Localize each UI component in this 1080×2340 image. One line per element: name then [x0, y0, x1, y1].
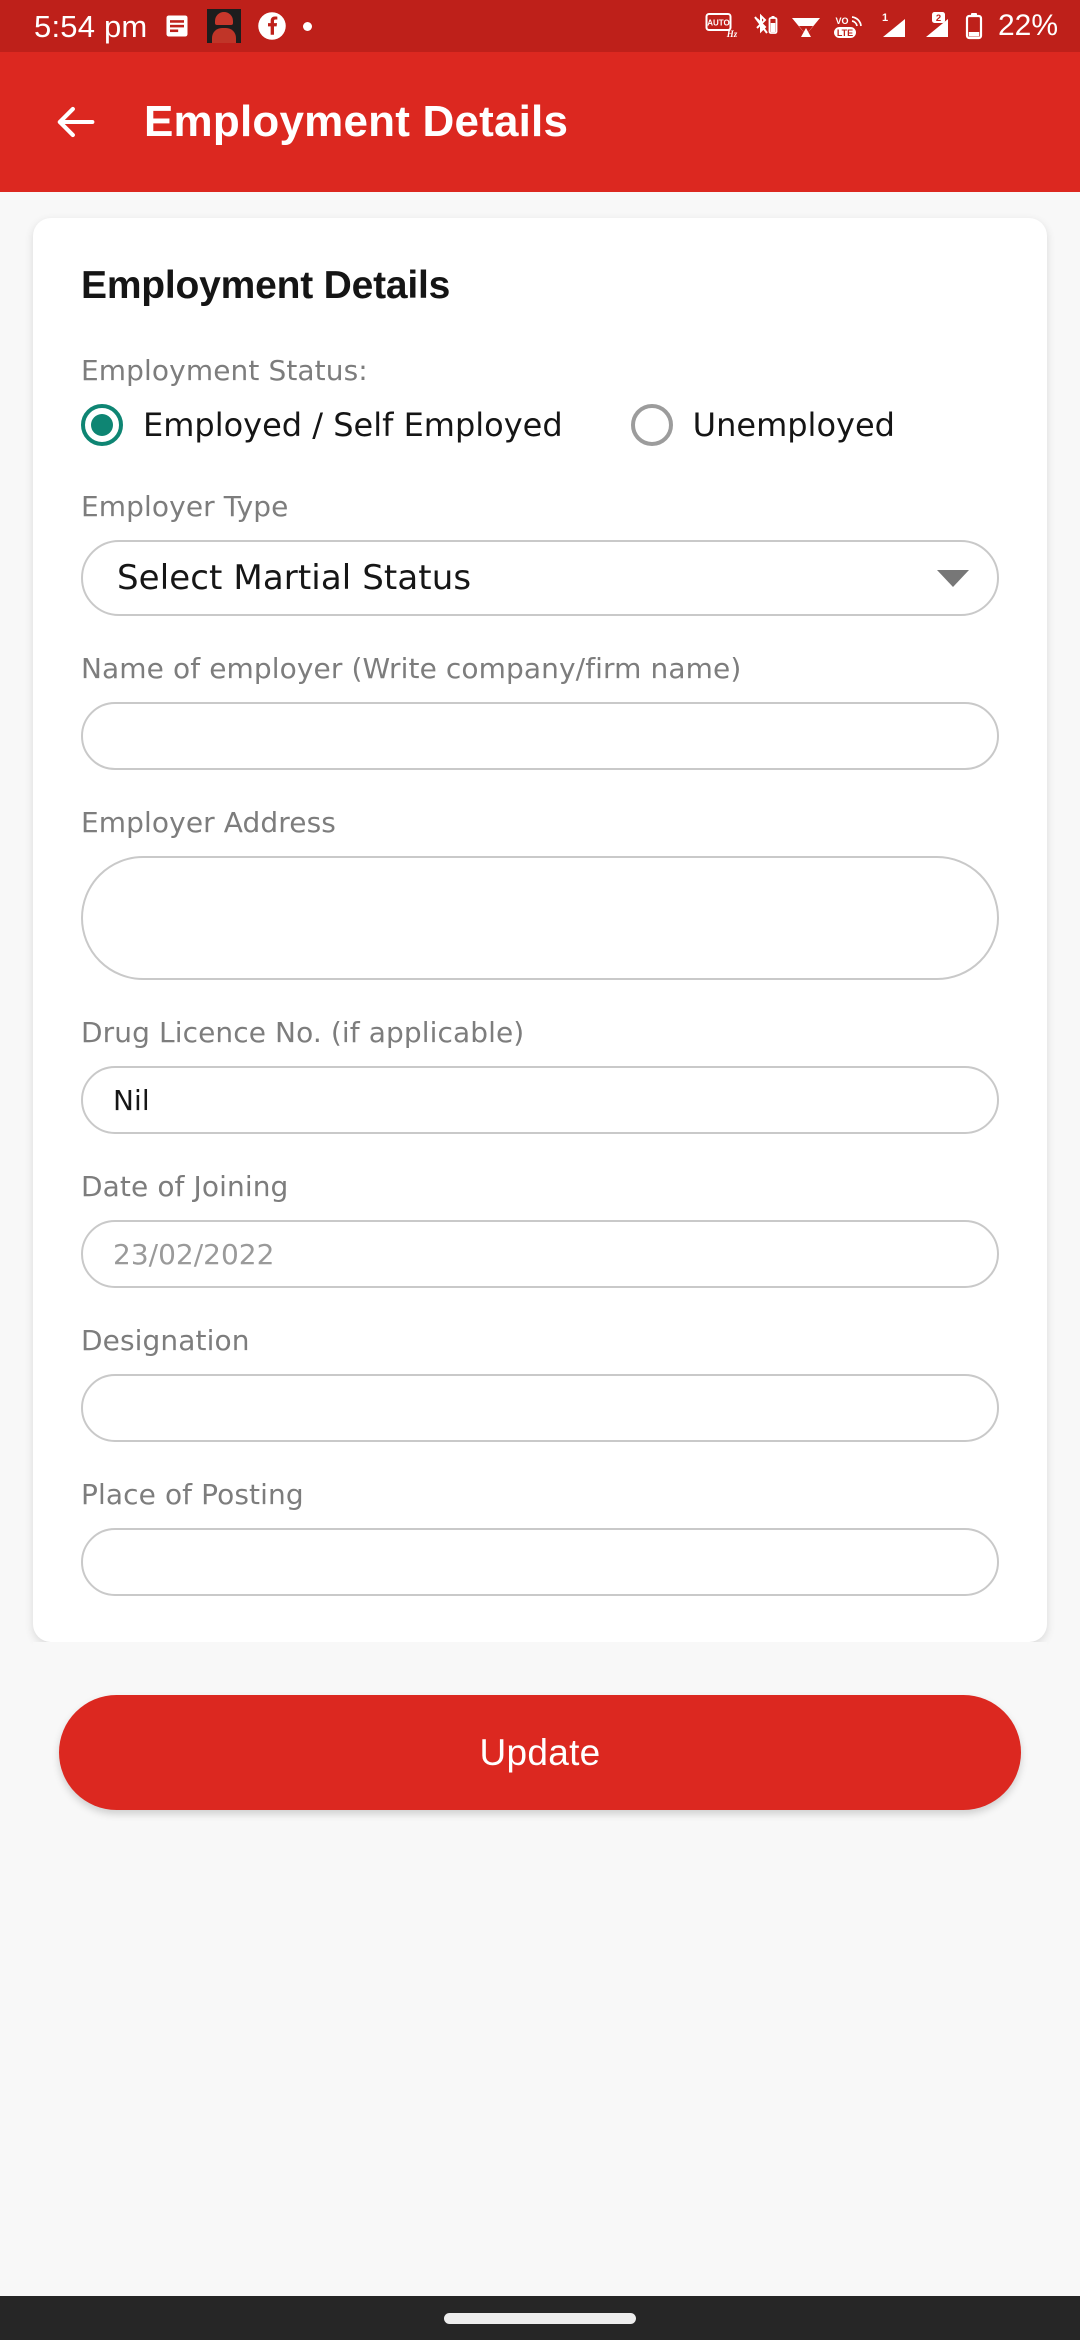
- employment-status-radio-group: Employed / Self Employed Unemployed: [81, 404, 999, 446]
- date-of-joining-label: Date of Joining: [81, 1170, 289, 1203]
- wifi-icon: [791, 18, 820, 37]
- card-title: Employment Details: [81, 264, 451, 307]
- svg-text:VO: VO: [835, 16, 848, 26]
- drug-licence-label: Drug Licence No. (if applicable): [81, 1016, 525, 1049]
- scroll-content: Employment Details Employment Status: Em…: [0, 192, 1080, 2053]
- field-date-of-joining: Date of Joining 23/02/2022: [81, 1170, 999, 1288]
- place-of-posting-label: Place of Posting: [81, 1478, 304, 1511]
- bluetooth-battery-icon: [754, 13, 778, 34]
- field-drug-licence: Drug Licence No. (if applicable) Nil: [81, 1016, 999, 1134]
- field-designation: Designation: [81, 1324, 999, 1442]
- drug-licence-value: Nil: [113, 1083, 150, 1117]
- employer-address-textarea[interactable]: [81, 856, 999, 980]
- field-place-of-posting: Place of Posting: [81, 1478, 999, 1596]
- employment-status-label: Employment Status:: [81, 354, 368, 387]
- facebook-icon: [258, 12, 287, 40]
- svg-text:1: 1: [882, 12, 888, 24]
- radio-option-unemployed[interactable]: Unemployed: [630, 404, 895, 446]
- battery-percent-label: 22%: [997, 9, 1058, 42]
- avatar-icon: [207, 9, 242, 43]
- auto-hz-icon: AUTO Hz: [705, 13, 738, 39]
- field-employer-name: Name of employer (Write company/firm nam…: [81, 652, 999, 770]
- status-bar: 5:54 pm AUTO Hz VO LTE 1 2 22%: [0, 0, 1080, 52]
- radio-option-employed-label: Employed / Self Employed: [143, 406, 563, 444]
- employer-name-input[interactable]: [81, 702, 999, 770]
- update-button[interactable]: Update: [59, 1695, 1021, 1810]
- employer-name-label: Name of employer (Write company/firm nam…: [81, 652, 742, 685]
- employer-type-label: Employer Type: [81, 490, 289, 523]
- dot-icon: [303, 21, 313, 31]
- status-bar-right: AUTO Hz VO LTE 1 2 22%: [705, 11, 1058, 41]
- employer-address-label: Employer Address: [81, 806, 336, 839]
- back-button[interactable]: [46, 93, 104, 151]
- radio-option-employed[interactable]: Employed / Self Employed: [81, 404, 563, 446]
- home-indicator[interactable]: [444, 2312, 636, 2324]
- svg-text:2: 2: [936, 13, 941, 24]
- status-bar-clock: 5:54 pm: [34, 8, 148, 44]
- employer-type-value: Select Martial Status: [117, 558, 472, 598]
- designation-label: Designation: [81, 1324, 250, 1357]
- svg-text:Hz: Hz: [726, 29, 738, 39]
- place-of-posting-input[interactable]: [81, 1528, 999, 1596]
- page-title: Employment Details: [144, 97, 569, 146]
- employment-details-card: Employment Details Employment Status: Em…: [33, 218, 1047, 1642]
- update-button-container: Update: [33, 1642, 1047, 1810]
- arrow-left-icon: [57, 106, 95, 138]
- signal-2-icon: 2: [925, 12, 948, 37]
- date-of-joining-input[interactable]: 23/02/2022: [81, 1220, 999, 1288]
- volte-icon: VO LTE: [833, 16, 862, 38]
- field-employer-address: Employer Address: [81, 806, 999, 980]
- employer-type-select[interactable]: Select Martial Status: [81, 540, 999, 616]
- phone-screen: 5:54 pm AUTO Hz VO LTE 1 2 22% Employmen…: [0, 0, 1080, 2340]
- system-nav-bar: [0, 2296, 1080, 2340]
- svg-text:AUTO: AUTO: [707, 19, 730, 28]
- chevron-down-icon: [937, 569, 969, 587]
- drug-licence-input[interactable]: Nil: [81, 1066, 999, 1134]
- notes-icon: [166, 15, 188, 37]
- svg-text:LTE: LTE: [837, 28, 853, 38]
- radio-unselected-icon: [630, 404, 673, 446]
- radio-option-unemployed-label: Unemployed: [692, 406, 895, 444]
- battery-icon: [965, 13, 983, 40]
- date-of-joining-value: 23/02/2022: [113, 1237, 275, 1271]
- signal-1-icon: 1: [882, 12, 905, 37]
- designation-input[interactable]: [81, 1374, 999, 1442]
- app-bar: Employment Details: [0, 52, 1080, 192]
- field-employer-type: Employer Type Select Martial Status: [81, 490, 999, 616]
- radio-selected-icon: [81, 404, 123, 446]
- status-bar-left: 5:54 pm: [34, 8, 313, 44]
- bottom-spacer: [0, 2053, 1080, 2296]
